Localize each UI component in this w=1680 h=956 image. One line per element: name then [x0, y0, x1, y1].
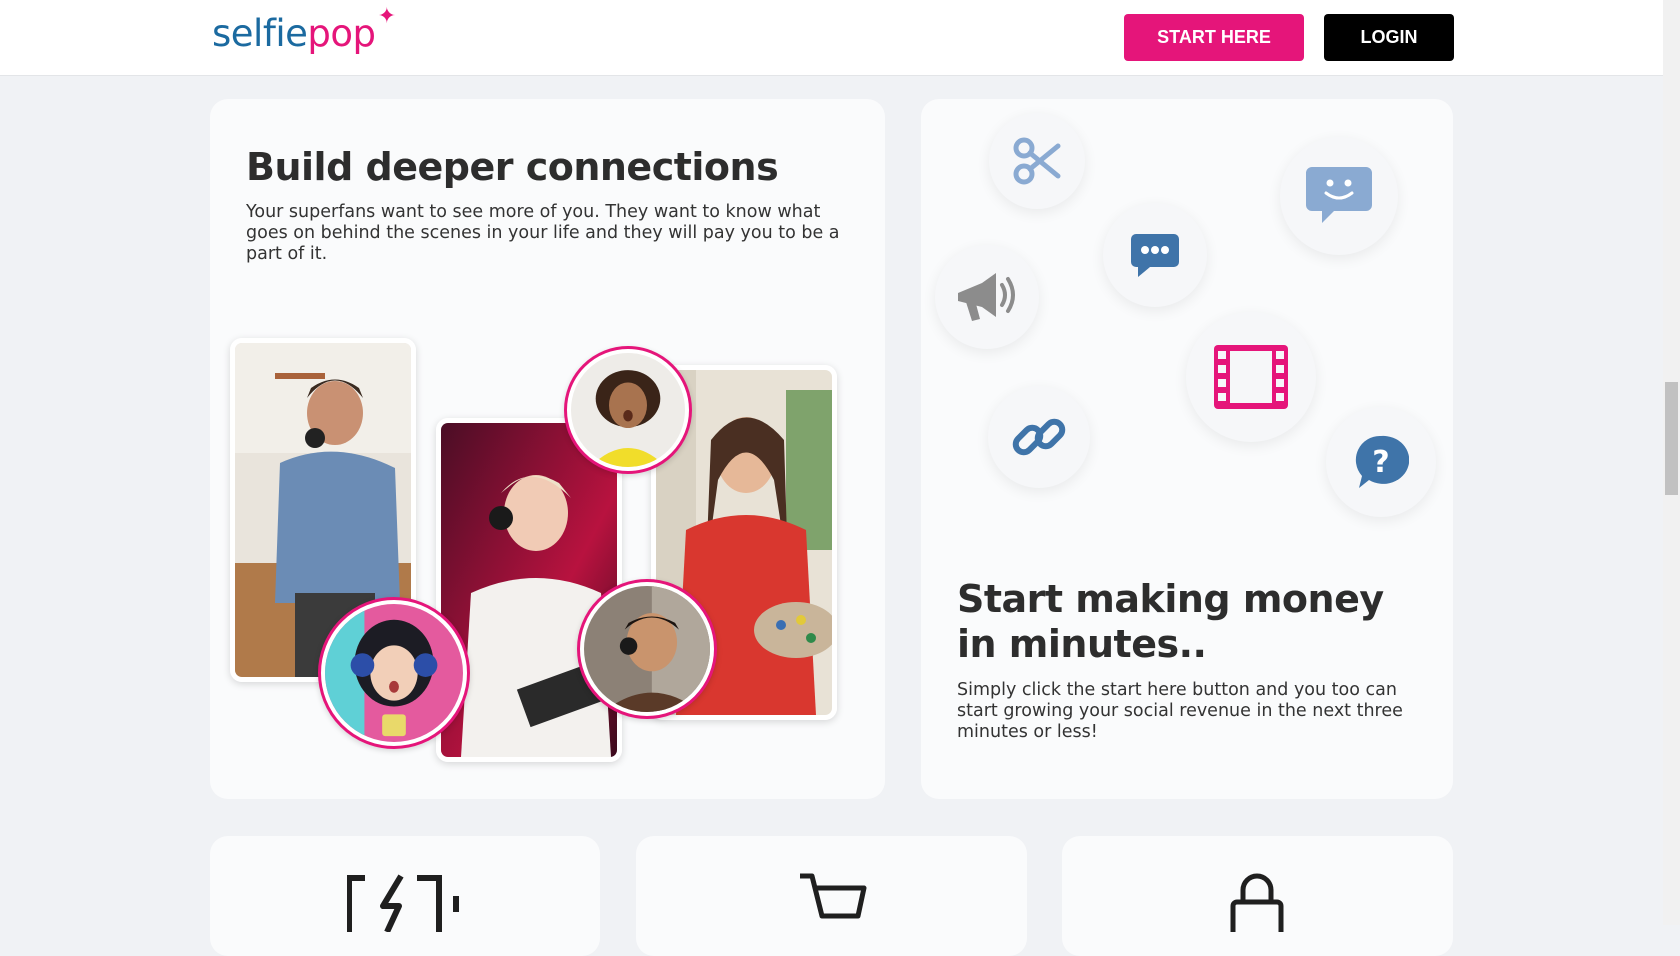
megaphone-bubble	[935, 245, 1039, 349]
film-icon	[1214, 345, 1288, 409]
lock-icon	[1230, 873, 1284, 932]
money-title: Start making money in minutes..	[957, 577, 1384, 666]
smiley-chat-icon	[1306, 167, 1372, 223]
question-chat-icon: ?	[1355, 435, 1409, 488]
feature-card-1	[210, 836, 600, 956]
scissors-bubble	[989, 113, 1085, 209]
link-bubble	[988, 386, 1090, 488]
start-here-button[interactable]: START HERE	[1124, 14, 1304, 61]
cart-icon	[800, 873, 867, 919]
link-icon	[1012, 418, 1066, 456]
scrollbar-thumb[interactable]	[1665, 382, 1678, 495]
feature-card-3	[1062, 836, 1453, 956]
svg-text:?: ?	[1372, 445, 1389, 480]
question-chat-bubble: ?	[1326, 407, 1436, 517]
battery-charge-icon	[347, 874, 459, 932]
selfiepop-logo[interactable]: selfiepop ✦	[212, 4, 396, 55]
login-button[interactable]: LOGIN	[1324, 14, 1454, 61]
photo-woman-singing	[436, 418, 622, 762]
smiley-chat-bubble	[1280, 137, 1398, 255]
avatar-woman-yellow	[564, 346, 692, 474]
logo-text-selfie: selfie	[212, 12, 308, 55]
avatar-woman-headphones	[318, 597, 470, 749]
money-card: ? Start making money in minutes.. Simply…	[921, 99, 1453, 799]
money-text: Simply click the start here button and y…	[957, 680, 1403, 742]
chat-dots-icon	[1131, 234, 1179, 277]
top-header: selfiepop ✦ START HERE LOGIN	[0, 0, 1663, 76]
film-bubble	[1186, 312, 1316, 442]
megaphone-icon	[958, 273, 1015, 321]
chat-dots-bubble	[1103, 203, 1207, 307]
connections-text: Your superfans want to see more of you. …	[246, 202, 840, 264]
scissors-icon	[1013, 137, 1061, 185]
feature-card-2	[636, 836, 1027, 956]
page-scrollbar[interactable]	[1663, 0, 1680, 925]
logo-text-pop: pop	[307, 12, 376, 55]
connections-card: Build deeper connections Your superfans …	[210, 99, 885, 799]
logo-star-icon: ✦	[377, 4, 396, 29]
connections-title: Build deeper connections	[246, 145, 779, 189]
avatar-man-headphones	[577, 579, 717, 719]
